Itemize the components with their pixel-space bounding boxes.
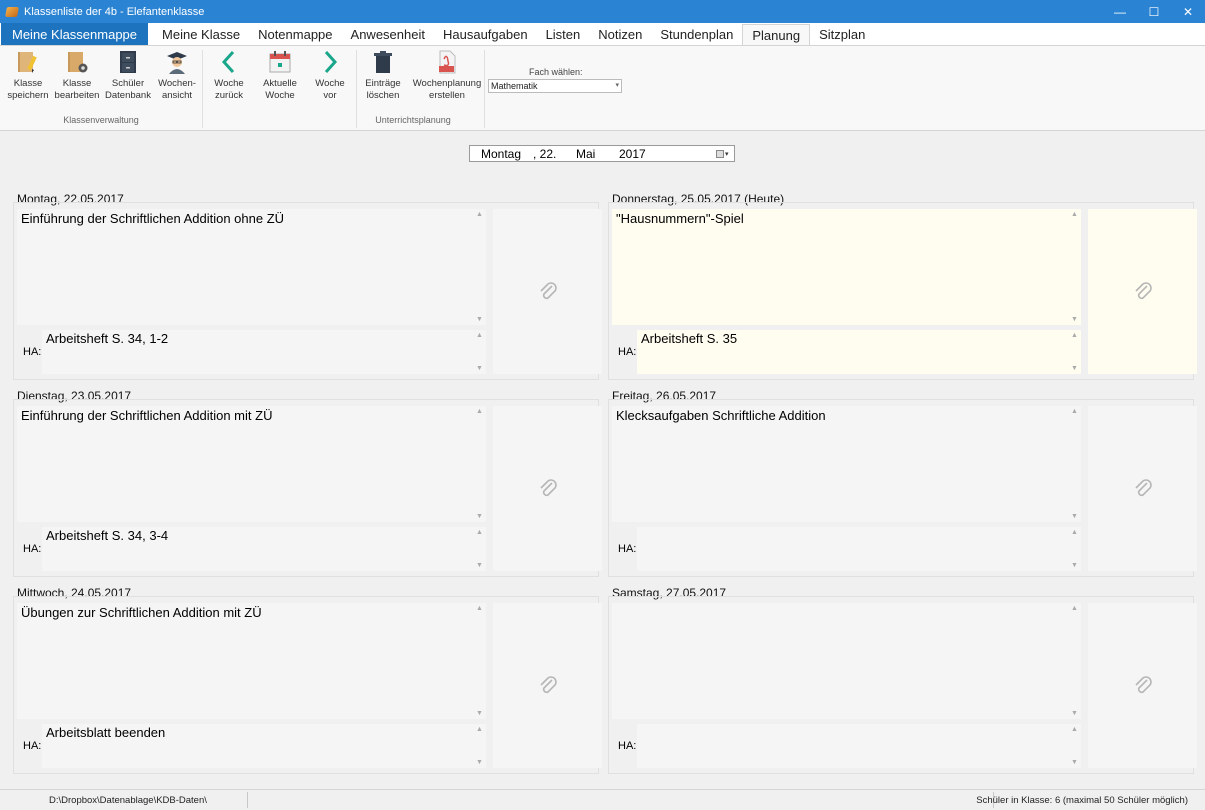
window-title: Klassenliste der 4b - Elefantenklasse: [24, 5, 205, 18]
fach-select[interactable]: Mathematik ▾: [488, 79, 622, 93]
paperclip-icon: [539, 478, 557, 496]
teacher-icon: [163, 48, 191, 76]
ha-label: HA:: [23, 740, 42, 752]
book-pencil-icon: [14, 48, 42, 76]
lesson-textbox[interactable]: Einführung der Schriftlichen Addition mi…: [17, 406, 475, 522]
ha-label: HA:: [23, 543, 42, 555]
tab-listen[interactable]: Listen: [537, 23, 590, 46]
date-weekday[interactable]: Montag: [481, 147, 521, 161]
calendar-icon: [266, 48, 294, 76]
lesson-textbox[interactable]: "Hausnummern"-Spiel: [612, 209, 1070, 325]
tab-sitzplan[interactable]: Sitzplan: [810, 23, 874, 46]
eintraege-loeschen-button[interactable]: Einträge löschen: [359, 48, 407, 108]
lesson-scrollbar[interactable]: ▲ ▼: [1070, 406, 1081, 522]
attachment-area[interactable]: [1088, 406, 1197, 571]
paperclip-icon: [539, 675, 557, 693]
day-panel-samstag: Samstag, 27.05.2017 ▲ ▼ HA: ▲ ▼: [608, 586, 1197, 776]
tab-notizen[interactable]: Notizen: [589, 23, 651, 46]
homework-textbox[interactable]: [637, 724, 1070, 768]
homework-scrollbar[interactable]: ▲ ▼: [475, 724, 486, 768]
tab-meine-klassenmappe[interactable]: Meine Klassenmappe: [1, 23, 149, 46]
homework-scrollbar[interactable]: ▲ ▼: [1070, 724, 1081, 768]
homework-textbox[interactable]: Arbeitsblatt beenden: [42, 724, 475, 768]
ha-label: HA:: [618, 346, 637, 358]
chevron-left-icon: [215, 48, 243, 76]
ha-label: HA:: [618, 740, 637, 752]
lesson-scrollbar[interactable]: ▲ ▼: [1070, 603, 1081, 719]
ribbon-panel: Klasse speichern Klasse bearbeiten Schül…: [0, 45, 1205, 131]
title-bar: Klassenliste der 4b - Elefantenklasse — …: [0, 0, 1205, 23]
app-icon: [5, 6, 19, 17]
paperclip-icon: [1134, 675, 1152, 693]
homework-textbox[interactable]: Arbeitsheft S. 34, 1-2: [42, 330, 475, 374]
lesson-scrollbar[interactable]: ▲ ▼: [1070, 209, 1081, 325]
day-panel-freitag: Freitag, 26.05.2017 Klecksaufgaben Schri…: [608, 389, 1197, 579]
date-day[interactable]: , 22.: [533, 147, 556, 161]
lesson-scrollbar[interactable]: ▲ ▼: [475, 406, 486, 522]
paperclip-icon: [1134, 281, 1152, 299]
paperclip-icon: [1134, 478, 1152, 496]
group-separator: [484, 50, 485, 128]
paperclip-icon: [539, 281, 557, 299]
close-button[interactable]: ✕: [1171, 0, 1205, 23]
attachment-area[interactable]: [1088, 209, 1197, 374]
tab-anwesenheit[interactable]: Anwesenheit: [342, 23, 434, 46]
lesson-textbox[interactable]: [612, 603, 1070, 719]
attachment-area[interactable]: [493, 209, 602, 374]
tab-planung[interactable]: Planung: [742, 24, 811, 46]
day-panel-mittwoch: Mittwoch, 24.05.2017 Übungen zur Schrift…: [13, 586, 602, 776]
lesson-textbox[interactable]: Übungen zur Schriftlichen Addition mit Z…: [17, 603, 475, 719]
attachment-area[interactable]: [1088, 603, 1197, 768]
ha-label: HA:: [618, 543, 637, 555]
homework-textbox[interactable]: Arbeitsheft S. 34, 3-4: [42, 527, 475, 571]
woche-vor-button[interactable]: Woche vor: [306, 48, 354, 108]
day-panel-montag: Montag, 22.05.2017 Einführung der Schrif…: [13, 192, 602, 382]
lesson-scrollbar[interactable]: ▲ ▼: [475, 603, 486, 719]
ha-label: HA:: [23, 346, 42, 358]
file-cabinet-icon: [114, 48, 142, 76]
tab-notenmappe[interactable]: Notenmappe: [249, 23, 341, 46]
klasse-speichern-button[interactable]: Klasse speichern: [4, 48, 52, 108]
woche-zurueck-button[interactable]: Woche zurück: [205, 48, 253, 108]
date-year[interactable]: 2017: [619, 147, 646, 161]
day-panel-dienstag: Dienstag, 23.05.2017 Einführung der Schr…: [13, 389, 602, 579]
date-month[interactable]: Mai: [576, 147, 595, 161]
group-label-unterrichtsplanung: Unterrichtsplanung: [375, 115, 451, 125]
homework-scrollbar[interactable]: ▲ ▼: [475, 330, 486, 374]
chevron-right-icon: [316, 48, 344, 76]
maximize-button[interactable]: ☐: [1137, 0, 1171, 23]
tab-meine-klasse[interactable]: Meine Klasse: [153, 23, 249, 46]
date-picker[interactable]: Montag , 22. Mai 2017 ▾: [469, 145, 735, 162]
book-gear-icon: [63, 48, 91, 76]
lesson-textbox[interactable]: Klecksaufgaben Schriftliche Addition: [612, 406, 1070, 522]
lesson-scrollbar[interactable]: ▲ ▼: [475, 209, 486, 325]
homework-scrollbar[interactable]: ▲ ▼: [475, 527, 486, 571]
homework-scrollbar[interactable]: ▲ ▼: [1070, 330, 1081, 374]
homework-textbox[interactable]: [637, 527, 1070, 571]
tab-stundenplan[interactable]: Stundenplan: [651, 23, 742, 46]
calendar-dropdown-icon[interactable]: ▾: [716, 149, 730, 159]
aktuelle-woche-button[interactable]: Aktuelle Woche: [256, 48, 304, 108]
attachment-area[interactable]: [493, 406, 602, 571]
group-label-klassenverwaltung: Klassenverwaltung: [63, 115, 139, 125]
homework-textbox[interactable]: Arbeitsheft S. 35: [637, 330, 1070, 374]
schueler-datenbank-button[interactable]: Schüler Datenbank: [104, 48, 152, 108]
tab-hausaufgaben[interactable]: Hausaufgaben: [434, 23, 537, 46]
day-panel-donnerstag: Donnerstag, 25.05.2017 (Heute) "Hausnumm…: [608, 192, 1197, 382]
trash-icon: [369, 48, 397, 76]
homework-scrollbar[interactable]: ▲ ▼: [1070, 527, 1081, 571]
lesson-textbox[interactable]: Einführung der Schriftlichen Addition oh…: [17, 209, 475, 325]
attachment-area[interactable]: [493, 603, 602, 768]
wochenplanung-erstellen-button[interactable]: Wochenplanung erstellen: [410, 48, 484, 108]
wochenansicht-button[interactable]: Wochen- ansicht: [153, 48, 201, 108]
klasse-bearbeiten-button[interactable]: Klasse bearbeiten: [53, 48, 101, 108]
status-bar: D:\Dropbox\Datenablage\KDB-Daten\ Schüle…: [0, 789, 1205, 810]
status-student-count: Schüler in Klasse: 6 (maximal 50 Schüler…: [976, 795, 1188, 806]
status-path: D:\Dropbox\Datenablage\KDB-Daten\: [49, 795, 207, 806]
fach-label: Fach wählen:: [529, 67, 583, 77]
minimize-button[interactable]: —: [1103, 0, 1137, 23]
chevron-down-icon: ▾: [615, 82, 619, 89]
pdf-icon: [433, 48, 461, 76]
ribbon-tabs: Meine Klassenmappe Meine Klasse Notenmap…: [0, 23, 1205, 46]
